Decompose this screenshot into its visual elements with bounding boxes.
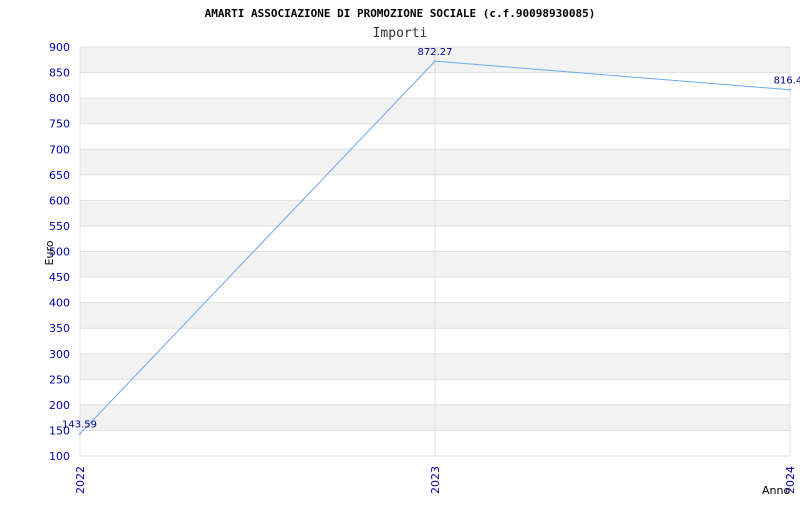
x-axis-ticks: 2022 2023 2024 [74, 466, 797, 494]
x-tick-label: 2022 [74, 466, 87, 494]
y-tick-label: 700 [49, 143, 70, 156]
y-tick-label: 650 [49, 169, 70, 182]
y-tick-label: 300 [49, 348, 70, 361]
y-tick-label: 200 [49, 399, 70, 412]
chart-container: AMARTI ASSOCIAZIONE DI PROMOZIONE SOCIAL… [0, 0, 800, 500]
data-label: 143.59 [62, 420, 97, 431]
x-axis-label: Anno [762, 484, 790, 497]
chart-title: AMARTI ASSOCIAZIONE DI PROMOZIONE SOCIAL… [205, 7, 596, 20]
y-tick-label: 900 [49, 41, 70, 54]
data-point [789, 88, 791, 91]
y-tick-label: 450 [49, 271, 70, 284]
data-label: 816.4 [774, 76, 800, 87]
y-axis-label: Euro [43, 240, 56, 265]
line-chart: AMARTI ASSOCIAZIONE DI PROMOZIONE SOCIAL… [43, 7, 800, 497]
y-tick-label: 550 [49, 220, 70, 233]
data-point [434, 60, 436, 63]
y-tick-label: 750 [49, 118, 70, 131]
y-tick-label: 800 [49, 92, 70, 105]
y-tick-label: 100 [49, 450, 70, 463]
y-tick-label: 350 [49, 322, 70, 335]
y-tick-label: 400 [49, 297, 70, 310]
y-tick-label: 250 [49, 373, 70, 386]
y-tick-label: 850 [49, 67, 70, 80]
y-tick-label: 600 [49, 194, 70, 207]
chart-subtitle: Importi [373, 26, 428, 41]
x-tick-label: 2023 [429, 466, 442, 494]
data-label: 872.27 [418, 47, 453, 58]
data-point [79, 432, 81, 435]
